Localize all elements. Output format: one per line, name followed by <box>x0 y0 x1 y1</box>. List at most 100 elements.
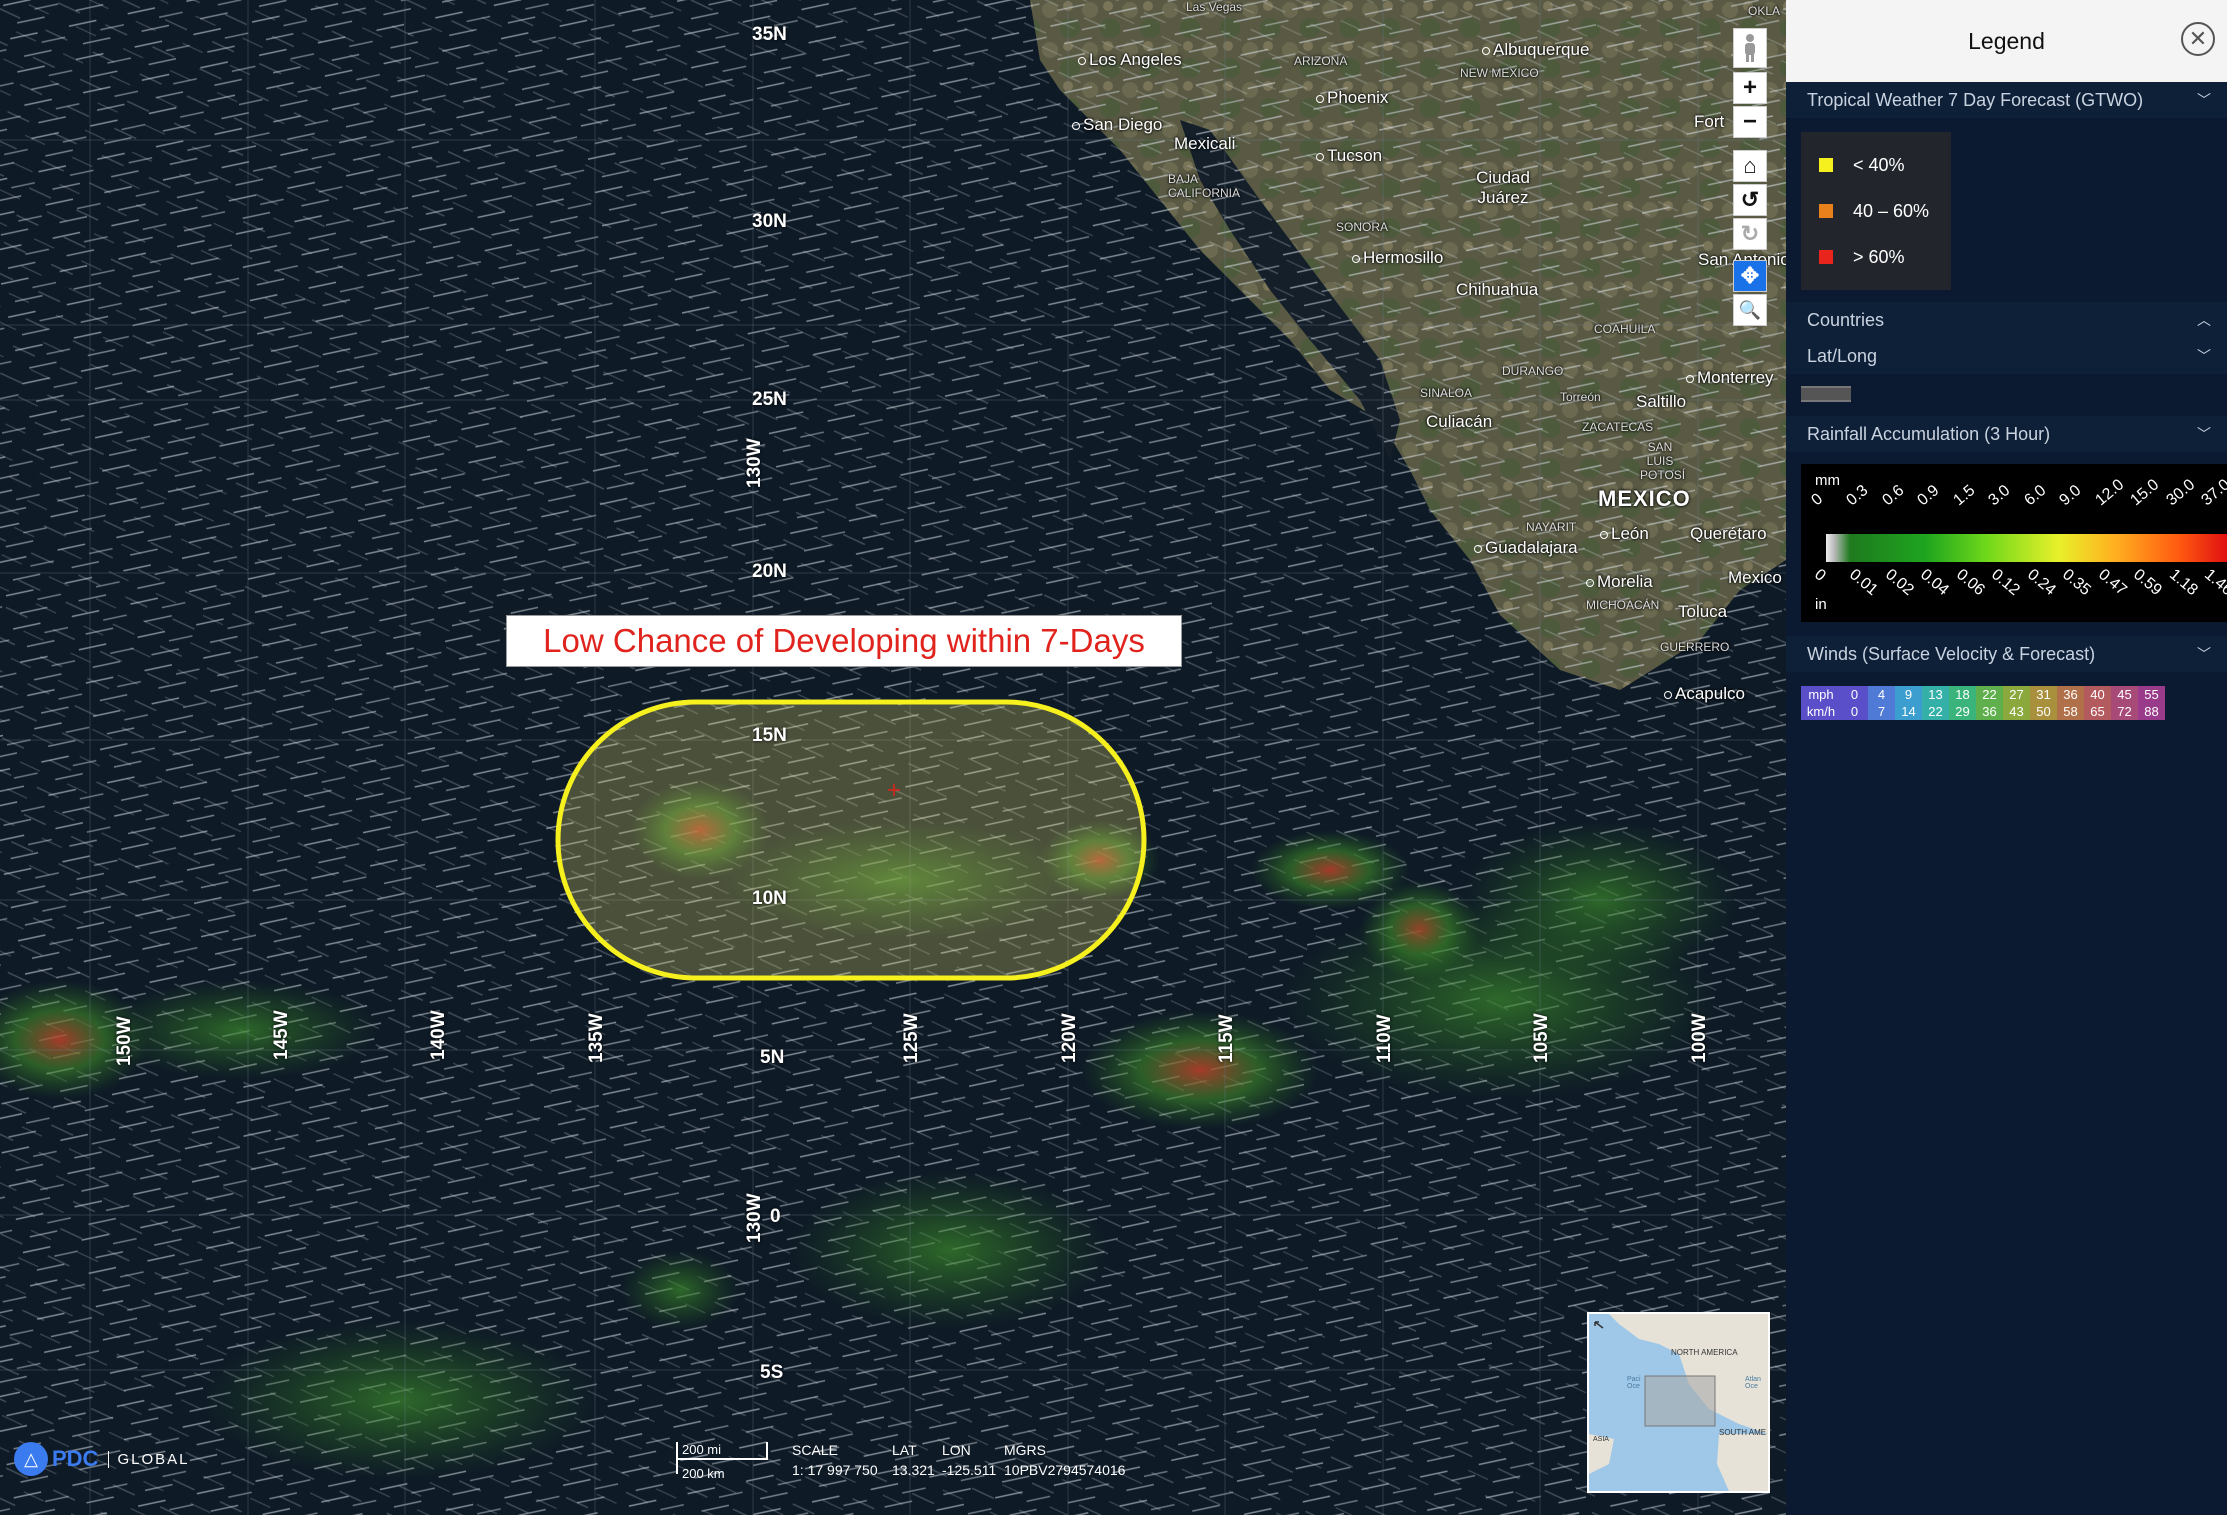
city-label: Guadalajara <box>1474 538 1578 558</box>
lat-label-5n: 5N <box>760 1047 785 1068</box>
wind-kmh-cell: 43 <box>2003 703 2030 720</box>
city-label: Mexico <box>1728 568 1782 587</box>
city-label: SAN LUIS POTOSÍ <box>1640 440 1686 482</box>
rain-tick-in: 1.46 <box>2201 566 2227 600</box>
city-label: DURANGO <box>1502 364 1564 378</box>
rain-tick-in: 0.35 <box>2059 566 2095 600</box>
lon-label-100w: 100W <box>1689 1013 1710 1063</box>
rain-tick-in: 0.47 <box>2094 566 2130 600</box>
wind-mph-cell: 55 <box>2138 686 2165 703</box>
zoom-out-button[interactable]: − <box>1733 106 1767 138</box>
chevron-down-icon[interactable]: ﹀ <box>2197 90 2211 110</box>
city-label: OKLA <box>1748 4 1781 18</box>
lon-label-140w: 140W <box>428 1010 449 1060</box>
city-label: MEXICO <box>1598 486 1691 511</box>
mgrs-readout: MGRS 10PBV2794574016 <box>1004 1442 1125 1478</box>
city-label: Hermosillo <box>1352 248 1443 268</box>
zoom-in-button[interactable]: + <box>1733 72 1767 104</box>
wind-kmh-cell: 0 <box>1841 703 1868 720</box>
gtwo-item-low: < 40% <box>1801 142 1951 188</box>
scale-mi: 200 mi <box>682 1442 722 1457</box>
city-label: SINALOA <box>1420 386 1473 400</box>
wind-kmh-cell: 50 <box>2030 703 2057 720</box>
city-label: NAYARIT <box>1526 520 1577 534</box>
chevron-up-icon[interactable]: ︿ <box>2197 310 2211 330</box>
map-view[interactable]: 35N 30N 25N 20N 15N 10N 5N 0 5S 150W 145… <box>0 0 1786 1515</box>
chevron-down-icon[interactable]: ﹀ <box>2197 424 2211 444</box>
gtwo-legend: < 40% 40 – 60% > 60% <box>1801 132 1951 290</box>
city-label: Toluca <box>1678 602 1728 621</box>
city-label: Culiacán <box>1426 412 1493 431</box>
wind-unit-kmh: km/h <box>1801 703 1841 720</box>
lon-label-130w-upper: 130W <box>744 438 765 488</box>
lon-label-120w: 120W <box>1059 1013 1080 1063</box>
city-label: Mexicali <box>1174 134 1236 153</box>
section-countries-header[interactable]: Countries ︿ <box>1786 302 2227 338</box>
lon-label-145w: 145W <box>271 1010 292 1060</box>
pdc-logo-text: PDC <box>52 1446 99 1471</box>
city-label: Ciudad Juárez <box>1476 168 1530 207</box>
pan-button[interactable]: ✥ <box>1733 260 1767 292</box>
map-canvas[interactable] <box>0 0 1786 1515</box>
section-latlong-header[interactable]: Lat/Long ﹀ <box>1786 338 2227 374</box>
city-label: Chihuahua <box>1456 280 1539 299</box>
winds-legend: mph 0 4 9 13 18 22 27 31 36 40 45 55 km/h 0 7 14 22 29 36 4… <box>1801 686 2227 720</box>
rain-tick-mm: 12.0 <box>2092 476 2127 510</box>
wind-mph-cell: 45 <box>2111 686 2138 703</box>
overview-map[interactable]: NORTH AMERICA SOUTH AME Paci Oce Atlan O… <box>1587 1312 1770 1493</box>
forecast-area[interactable] <box>555 699 1147 981</box>
city-label: ARIZONA <box>1294 54 1348 68</box>
city-label: Albuquerque <box>1482 40 1589 60</box>
section-winds-header[interactable]: Winds (Surface Velocity & Forecast) ﹀ <box>1786 636 2227 672</box>
chevron-down-icon[interactable]: ﹀ <box>2197 346 2211 366</box>
wind-kmh-cell: 88 <box>2138 703 2165 720</box>
legend-title: Legend <box>1968 27 2045 54</box>
scale-km: 200 km <box>682 1466 725 1481</box>
city-label: San Diego <box>1072 115 1162 135</box>
rain-color-ramp <box>1826 534 2227 562</box>
global-logo-text: GLOBAL <box>108 1450 189 1468</box>
rain-tick-mm: 15.0 <box>2127 476 2163 510</box>
lon-label-115w: 115W <box>1216 1014 1237 1063</box>
street-view-icon[interactable] <box>1733 28 1767 68</box>
rain-legend: mm in 0 0 0.3 0.01 0.6 0.02 0.9 0.04 1.5 0.06 3.0 0… <box>1801 464 2227 622</box>
wind-mph-cell: 40 <box>2084 686 2111 703</box>
lat-label-15n: 15N <box>752 725 787 746</box>
chevron-down-icon[interactable]: ﹀ <box>2197 644 2211 664</box>
rotate-right-button[interactable]: ↻ <box>1733 218 1767 250</box>
lon-label-105w: 105W <box>1531 1013 1552 1063</box>
wind-kmh-cell: 22 <box>1922 703 1949 720</box>
wind-mph-cell: 4 <box>1868 686 1895 703</box>
home-button[interactable]: ⌂ <box>1733 150 1767 182</box>
lon-readout: LON -125.511 <box>942 1442 996 1478</box>
gtwo-item-high: > 60% <box>1801 234 1951 280</box>
city-label: Querétaro <box>1690 524 1767 543</box>
city-label: Morelia <box>1586 572 1653 592</box>
overview-label: SOUTH AME <box>1719 1428 1767 1437</box>
zoom-box-button[interactable]: 🔍 <box>1733 294 1767 326</box>
city-label: Las Vegas <box>1186 0 1243 14</box>
section-rain-header[interactable]: Rainfall Accumulation (3 Hour) ﹀ <box>1786 416 2227 452</box>
wind-unit-mph: mph <box>1801 686 1841 703</box>
city-label: SONORA <box>1336 220 1389 234</box>
lat-label-25n: 25N <box>752 389 787 410</box>
lat-label-20n: 20N <box>752 561 787 582</box>
rain-tick-mm: 3.0 <box>1985 481 2014 510</box>
wind-mph-cell: 0 <box>1841 686 1868 703</box>
swatch-orange <box>1819 204 1833 218</box>
rain-tick-mm: 0.3 <box>1843 481 1872 510</box>
rain-tick-mm: 30.0 <box>2162 476 2198 510</box>
rain-tick-in: 0.06 <box>1952 566 1988 600</box>
city-label: COAHUILA <box>1594 322 1656 336</box>
wind-mph-cell: 18 <box>1949 686 1976 703</box>
pdc-logo: △ PDC GLOBAL <box>14 1442 189 1476</box>
wind-mph-cell: 13 <box>1922 686 1949 703</box>
rotate-left-button[interactable]: ↺ <box>1733 184 1767 216</box>
lat-label-10n: 10N <box>752 888 787 909</box>
lon-label: LON <box>942 1442 971 1458</box>
section-gtwo-header[interactable]: Tropical Weather 7 Day Forecast (GTWO) ﹀ <box>1786 82 2227 118</box>
lon-label-110w: 110W <box>1374 1014 1395 1063</box>
close-icon[interactable]: ✕ <box>2181 22 2215 56</box>
latlong-swatch <box>1801 386 1851 402</box>
city-label: Monterrey <box>1686 368 1774 388</box>
